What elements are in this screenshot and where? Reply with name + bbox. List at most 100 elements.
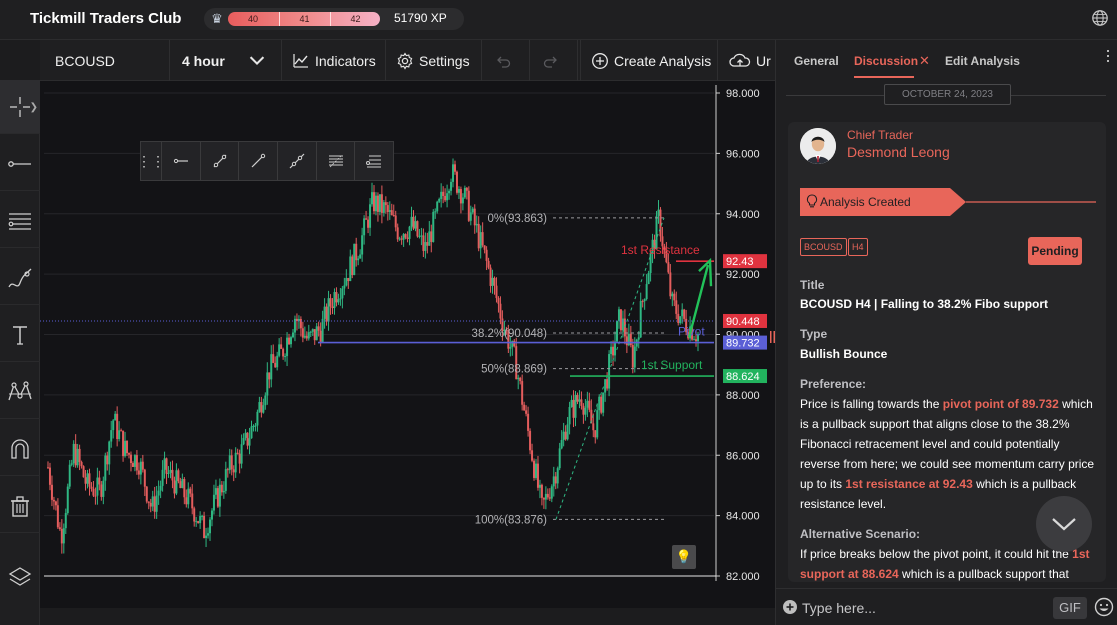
candle-body: [453, 164, 456, 172]
globe-icon[interactable]: [1091, 9, 1109, 27]
candle-body: [594, 430, 597, 438]
candle-body: [683, 309, 686, 319]
lightbulb-icon[interactable]: 💡: [672, 545, 696, 569]
candle-body: [272, 354, 275, 363]
pattern-icon[interactable]: [0, 365, 40, 419]
more-options-icon[interactable]: ···: [1098, 48, 1117, 63]
close-icon[interactable]: ✕: [919, 53, 930, 69]
candle-body: [576, 395, 579, 402]
candle-body: [78, 448, 81, 463]
tab-general[interactable]: General: [794, 54, 839, 68]
upload-button[interactable]: Ur: [719, 40, 775, 81]
candle-body: [153, 496, 156, 512]
indicators-button[interactable]: Indicators: [282, 40, 386, 81]
candle-body: [564, 431, 567, 440]
candle-body: [321, 318, 324, 342]
candle-body: [465, 187, 468, 191]
extended-line-icon[interactable]: [277, 142, 316, 180]
trend-line-icon[interactable]: [238, 142, 277, 180]
candle-body: [562, 431, 565, 441]
candle-body: [578, 399, 581, 402]
horizontal-line-icon[interactable]: [161, 142, 200, 180]
candle-body: [187, 488, 190, 505]
tab-discussion[interactable]: Discussion: [854, 54, 918, 78]
candle-body: [177, 470, 180, 482]
candle-body: [420, 235, 423, 237]
candle-body: [442, 191, 445, 197]
brush-icon[interactable]: [0, 251, 40, 305]
candle-body: [380, 194, 383, 213]
candle-body: [475, 223, 478, 226]
candle-body: [325, 306, 328, 322]
candle-body: [205, 535, 208, 539]
candle-body: [230, 455, 233, 470]
fib-icon[interactable]: [354, 142, 393, 180]
candle-body: [430, 231, 433, 242]
candle-body: [440, 191, 443, 200]
message-input[interactable]: [802, 597, 1042, 619]
avatar[interactable]: [800, 128, 836, 164]
candle-body: [386, 205, 389, 213]
scroll-down-button[interactable]: [1036, 496, 1092, 552]
candle-body: [159, 485, 162, 491]
candle-body: [363, 218, 366, 236]
parallel-channel-icon[interactable]: [315, 142, 355, 180]
candle-body: [218, 484, 221, 507]
candle-body: [183, 479, 186, 498]
candle-body: [582, 405, 585, 415]
candle-body: [544, 493, 547, 500]
crosshair-icon[interactable]: ❯: [0, 80, 40, 134]
candle-body: [319, 330, 322, 342]
candle-body: [392, 215, 395, 217]
candle-body: [149, 502, 152, 507]
author-name[interactable]: Desmond Leong: [847, 144, 950, 160]
lightbulb-icon: [806, 194, 818, 208]
ray-icon[interactable]: [199, 142, 239, 180]
candle-body: [558, 448, 561, 469]
candle-body: [222, 490, 225, 493]
candle-body: [284, 356, 287, 358]
gif-button[interactable]: GIF: [1053, 597, 1087, 619]
emoji-icon[interactable]: [1094, 597, 1114, 617]
trash-icon[interactable]: [0, 479, 40, 533]
candle-body: [256, 411, 259, 426]
candle-body: [548, 497, 551, 499]
candle-body: [540, 484, 543, 498]
text-segment: Price is falling towards the: [800, 397, 943, 411]
create-analysis-button[interactable]: Create Analysis: [580, 40, 718, 81]
candle-body: [203, 515, 206, 539]
candle-body: [212, 494, 215, 511]
settings-button[interactable]: Settings: [386, 40, 482, 81]
plus-icon[interactable]: [782, 599, 798, 615]
xp-level: 41: [279, 12, 329, 26]
candle-body: [331, 306, 334, 309]
candle-body: [592, 423, 595, 431]
candle-body: [357, 258, 360, 261]
candle-body: [210, 510, 213, 520]
alternative-label: Alternative Scenario:: [800, 527, 921, 541]
parallel-lines-icon[interactable]: [0, 194, 40, 248]
candle-body: [220, 484, 223, 493]
line-icon[interactable]: [0, 137, 40, 191]
xp-progress: ♛ 40 41 42 51790 XP: [204, 8, 464, 30]
drag-handle-icon[interactable]: ⋮⋮: [137, 142, 165, 180]
candle-body: [519, 377, 522, 382]
tab-edit-analysis[interactable]: Edit Analysis: [945, 54, 1020, 68]
candle-body: [169, 469, 172, 473]
type-label: Type: [800, 327, 828, 341]
gear-icon: [397, 51, 413, 70]
candle-body: [459, 189, 462, 204]
undo-icon: [497, 56, 511, 68]
magnet-icon[interactable]: [0, 422, 40, 476]
support-annotation: 1st Support: [641, 358, 703, 372]
layers-icon[interactable]: [0, 550, 40, 604]
candle-body: [615, 320, 618, 342]
candle-body: [301, 328, 304, 338]
symbol-selector[interactable]: BCOUSD: [40, 40, 170, 81]
timeframe-dropdown[interactable]: 4 hour: [170, 40, 282, 81]
undo-button[interactable]: [482, 40, 530, 81]
text-icon[interactable]: [0, 308, 40, 362]
redo-button[interactable]: [530, 40, 578, 81]
expand-arrow-icon[interactable]: ❯: [30, 102, 38, 113]
candle-body: [580, 399, 583, 406]
